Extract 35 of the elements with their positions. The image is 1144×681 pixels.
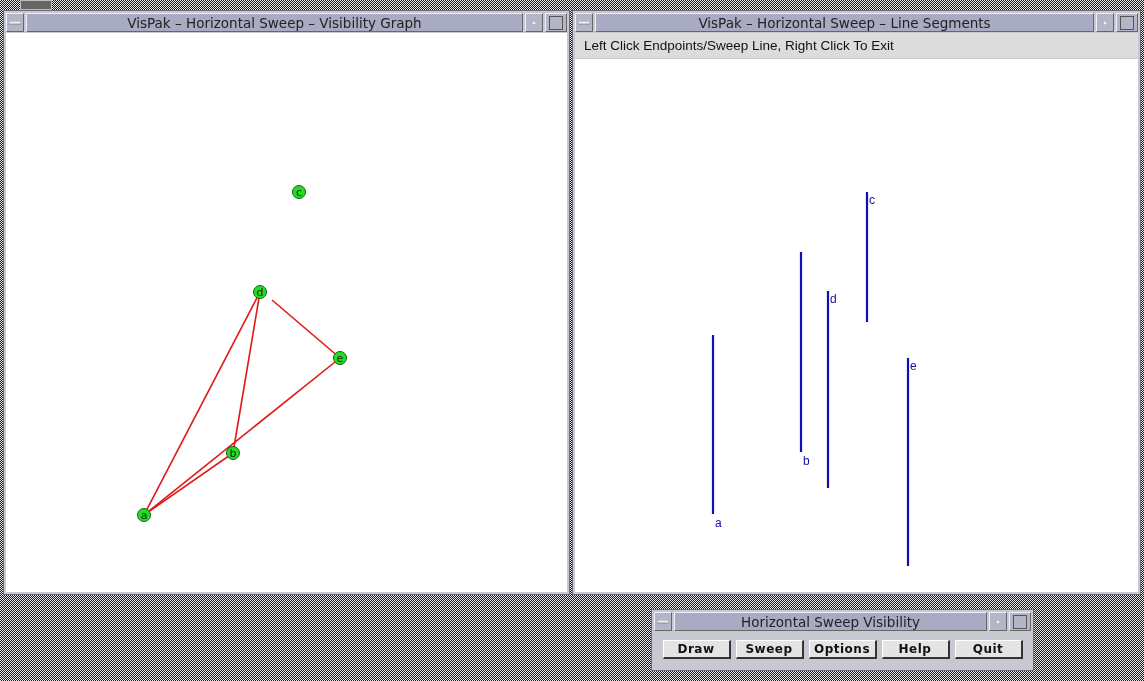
maximize-icon [1013, 614, 1027, 629]
toolbar-button[interactable]: Options [808, 640, 877, 659]
window-title: Horizontal Sweep Visibility [674, 612, 987, 631]
graph-node: a [137, 508, 151, 522]
minimize-button[interactable] [525, 13, 543, 32]
window-title: VisPak – Horizontal Sweep – Visibility Graph [26, 13, 523, 32]
maximize-button[interactable] [1009, 612, 1031, 631]
window-menu-button[interactable] [6, 13, 24, 32]
window-title: VisPak – Horizontal Sweep – Line Segments [595, 13, 1094, 32]
graph-node: b [226, 446, 240, 460]
graph-node: d [253, 285, 267, 299]
segment-label: d [830, 292, 837, 306]
menu-bar-icon [578, 20, 590, 25]
graph-node: e [333, 351, 347, 365]
segment-label: c [869, 193, 875, 207]
menu-bar-icon [9, 20, 21, 25]
maximize-icon [1120, 15, 1134, 30]
maximize-button[interactable] [545, 13, 567, 32]
maximize-button[interactable] [1116, 13, 1138, 32]
minimize-button[interactable] [989, 612, 1007, 631]
toolbar-button[interactable]: Help [881, 640, 950, 659]
window-menu-button[interactable] [575, 13, 593, 32]
instruction-text: Left Click Endpoints/Sweep Line, Right Click To Exit [575, 33, 1138, 58]
maximize-icon [549, 15, 563, 30]
segment-label: b [803, 454, 810, 468]
minimize-button[interactable] [1096, 13, 1114, 32]
desktop-icon[interactable] [20, 0, 52, 10]
toolbar-button[interactable]: Quit [954, 640, 1023, 659]
toolbar-button[interactable]: Sweep [735, 640, 804, 659]
menu-bar-icon [657, 619, 669, 624]
segment-label: a [715, 516, 722, 530]
toolbar-button[interactable]: Draw [662, 640, 731, 659]
graph-node: c [292, 185, 306, 199]
window-menu-button[interactable] [654, 612, 672, 631]
segment-label: e [910, 359, 917, 373]
